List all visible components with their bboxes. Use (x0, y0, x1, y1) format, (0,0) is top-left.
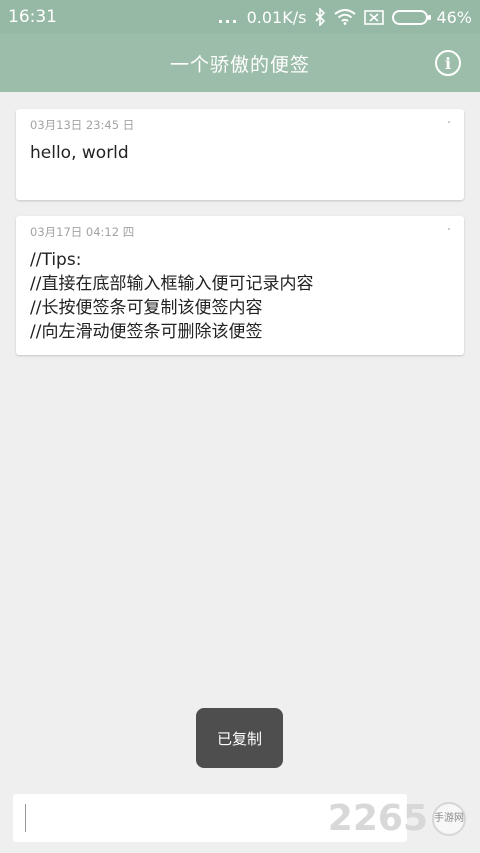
app-bar: 一个骄傲的便签 i (0, 34, 480, 92)
status-indicators: ... 0.01K/s 46% (217, 8, 472, 27)
more-dots-icon: ... (217, 7, 239, 27)
wifi-icon (334, 9, 357, 25)
note-content: //Tips: //直接在底部输入框输入便可记录内容 //长按便签条可复制该便签… (30, 250, 314, 342)
note-menu-dot-icon (448, 121, 450, 123)
note-card[interactable]: 03月13日 23:45 日 hello, world (16, 109, 464, 200)
bluetooth-icon (314, 8, 326, 26)
sim-disabled-icon (364, 9, 385, 25)
status-time: 16:31 (8, 7, 57, 27)
toast-text: 已复制 (216, 729, 262, 748)
note-menu-dot-icon (448, 228, 450, 230)
text-caret (25, 804, 26, 832)
battery-percent: 46% (436, 7, 472, 27)
note-card[interactable]: 03月17日 04:12 四 //Tips: //直接在底部输入框输入便可记录内… (16, 216, 464, 355)
battery-icon (392, 9, 432, 25)
note-timestamp: 03月13日 23:45 日 (30, 118, 135, 132)
network-speed: 0.01K/s (246, 7, 307, 27)
watermark: 2265 手游网 (328, 798, 466, 839)
watermark-badge: 手游网 (432, 801, 466, 836)
note-content: hello, world (30, 143, 129, 163)
info-icon[interactable]: i (435, 50, 461, 76)
toast-message: 已复制 (196, 708, 283, 768)
note-timestamp: 03月17日 04:12 四 (30, 225, 135, 239)
app-title: 一个骄傲的便签 (169, 53, 310, 76)
status-bar: 16:31 ... 0.01K/s 46% (0, 0, 480, 34)
watermark-text: 2265 (327, 798, 428, 839)
